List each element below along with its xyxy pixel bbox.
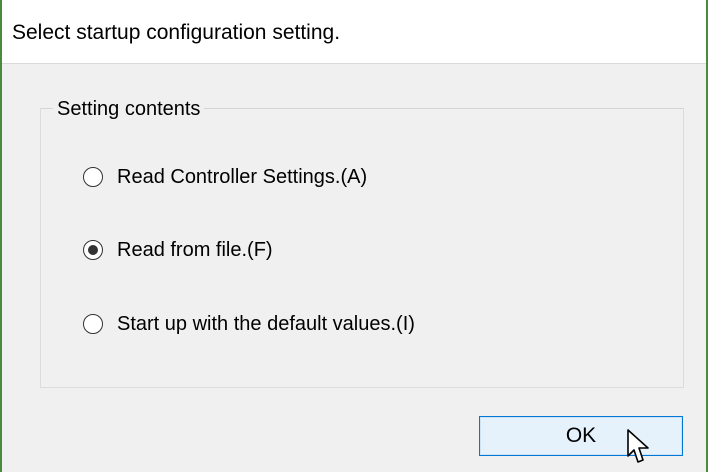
startup-configuration-dialog: Select startup configuration setting. Se…	[0, 0, 708, 472]
group-title: Setting contents	[53, 98, 205, 120]
radio-label: Read Controller Settings.(A)	[117, 166, 368, 188]
dialog-header: Select startup configuration setting.	[2, 0, 706, 64]
radio-selected-dot	[88, 245, 98, 255]
radio-read-controller-settings[interactable]: Read Controller Settings.(A)	[83, 162, 367, 192]
setting-contents-group: Setting contents Read Controller Setting…	[40, 98, 684, 388]
instruction-text: Select startup configuration setting.	[12, 21, 341, 44]
radio-button-selected-icon[interactable]	[83, 240, 103, 260]
radio-read-from-file[interactable]: Read from file.(F)	[83, 235, 273, 265]
pointer-arrow-icon	[627, 429, 649, 463]
radio-label: Start up with the default values.(I)	[117, 313, 415, 335]
radio-button-icon[interactable]	[83, 167, 103, 187]
radio-start-up-default-values[interactable]: Start up with the default values.(I)	[83, 309, 415, 339]
radio-button-icon[interactable]	[83, 314, 103, 334]
radio-label: Read from file.(F)	[117, 239, 273, 261]
